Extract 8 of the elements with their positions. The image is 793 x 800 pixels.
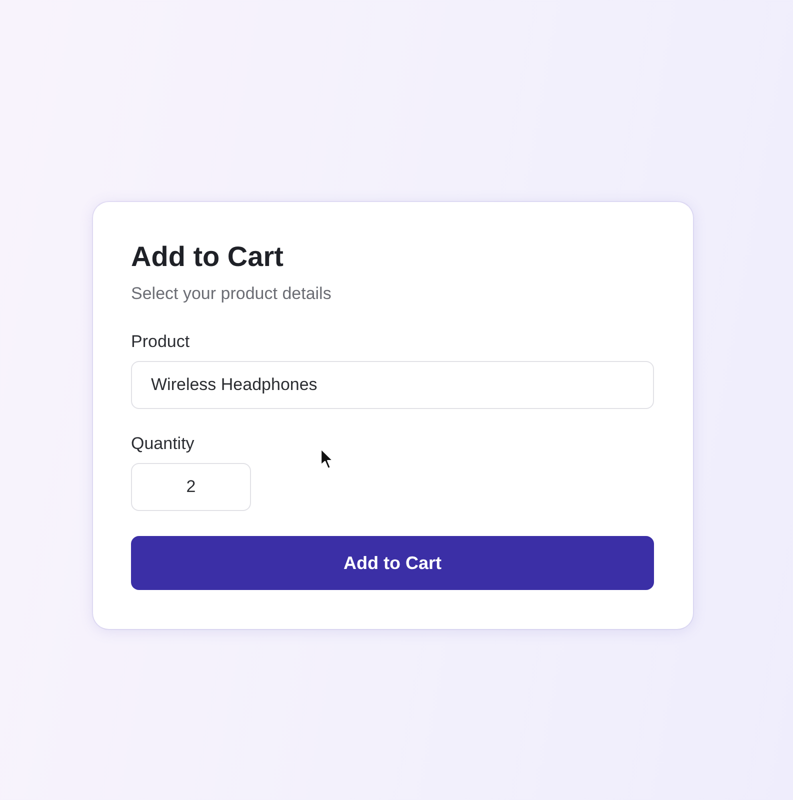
field-label: Product [131, 332, 190, 352]
form-title: Add to Cart [131, 240, 284, 274]
form-subtitle: Select your product details [131, 284, 332, 304]
field-label: Quantity [131, 434, 194, 454]
quantity-field[interactable]: 2 [131, 463, 251, 511]
product-field[interactable]: Wireless Headphones [131, 361, 654, 409]
add-to-cart-button[interactable]: Add to Cart [131, 536, 654, 590]
mouse-pointer-icon [320, 448, 334, 470]
